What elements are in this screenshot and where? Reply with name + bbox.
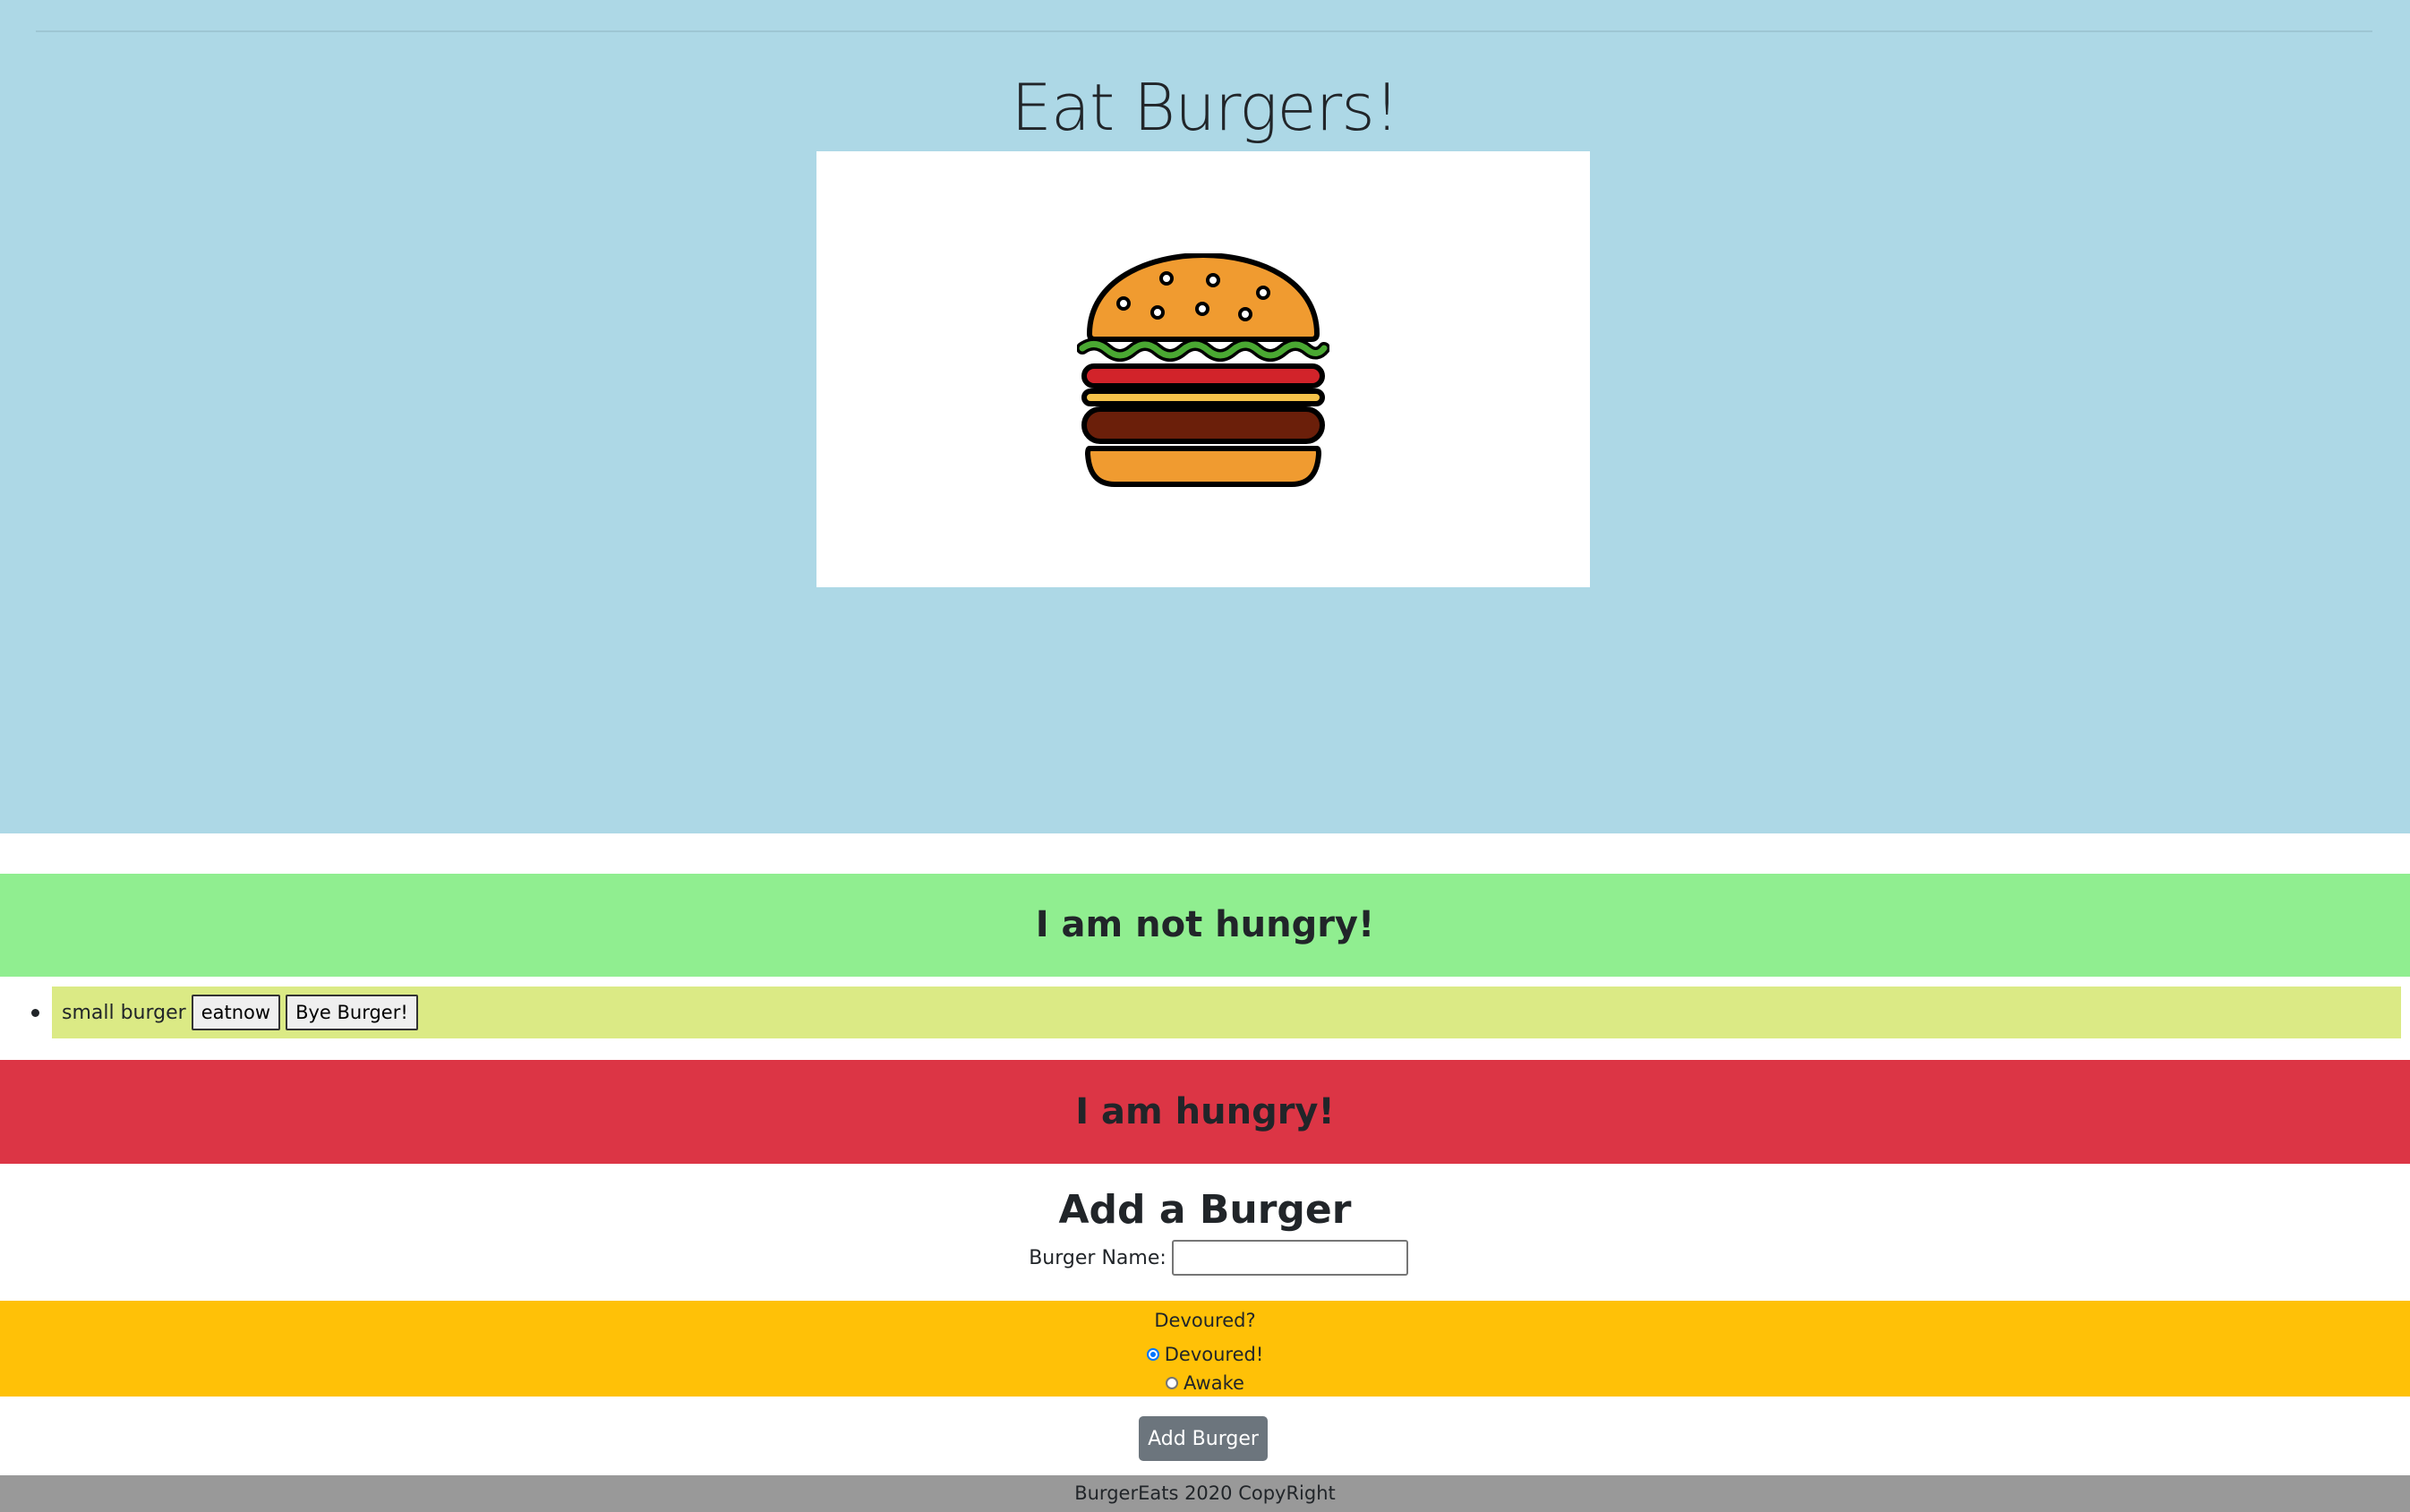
radio-label-awake: Awake <box>1184 1372 1244 1394</box>
page-title: Eat Burgers! <box>1011 70 1399 145</box>
hero-image-card <box>816 151 1590 587</box>
burger-icon <box>1077 253 1329 487</box>
eat-now-button[interactable]: eatnow <box>191 995 281 1030</box>
radio-label-devoured: Devoured! <box>1164 1344 1264 1365</box>
burger-name-label: Burger Name: <box>1029 1246 1167 1269</box>
burger-name-row: Burger Name: <box>0 1239 2410 1277</box>
footer: BurgerEats 2020 CopyRight <box>0 1475 2410 1512</box>
radio-option-devoured[interactable]: Devoured! <box>0 1341 2410 1368</box>
burger-name: small burger <box>62 1001 186 1024</box>
header-divider <box>36 30 2372 32</box>
delete-burger-button[interactable]: Bye Burger! <box>286 995 418 1030</box>
hungry-banner: I am hungry! <box>0 1060 2410 1164</box>
radio-button-awake[interactable] <box>1166 1377 1179 1389</box>
devoured-fieldset: Devoured? Devoured! Awake <box>0 1301 2410 1397</box>
radio-button-devoured[interactable] <box>1146 1348 1159 1361</box>
bullet-icon <box>31 1009 39 1017</box>
not-hungry-banner: I am not hungry! <box>0 874 2410 977</box>
header-jumbotron: Eat Burgers! <box>0 0 2410 833</box>
form-title: Add a Burger <box>1058 1187 1352 1233</box>
burger-name-input[interactable] <box>1171 1240 1408 1276</box>
radio-option-awake[interactable]: Awake <box>0 1370 2410 1397</box>
add-burger-button[interactable]: Add Burger <box>1139 1416 1268 1461</box>
devoured-legend: Devoured? <box>1154 1310 1256 1331</box>
list-item: small burger eatnow Bye Burger! <box>31 987 2401 1038</box>
